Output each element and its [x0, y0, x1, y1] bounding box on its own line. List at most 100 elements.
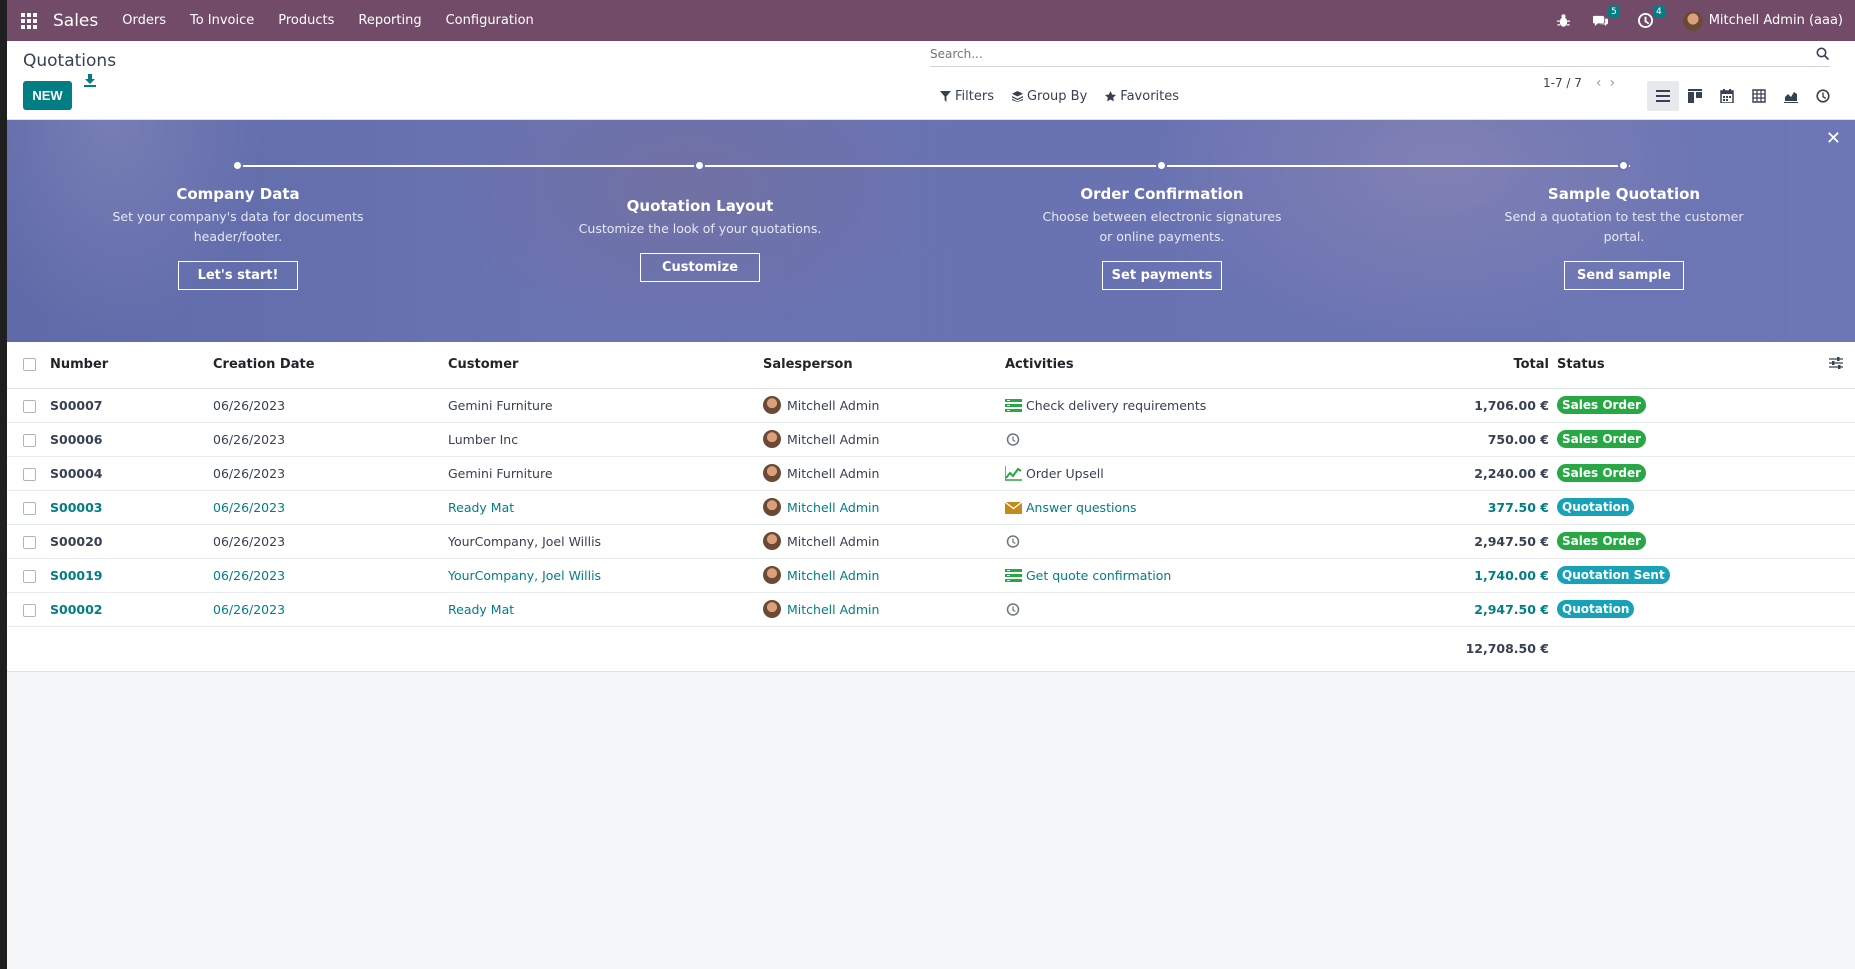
- table-row[interactable]: S00007 06/26/2023 Gemini Furniture Mitch…: [7, 388, 1855, 423]
- layers-icon: [1011, 91, 1023, 102]
- activity-widget[interactable]: [1005, 432, 1375, 447]
- search-icon[interactable]: [1816, 47, 1830, 61]
- table-row[interactable]: S00002 06/26/2023 Ready Mat Mitchell Adm…: [7, 592, 1855, 627]
- filters-toggle[interactable]: Filters: [940, 89, 994, 104]
- cell-salesperson: Mitchell Admin: [787, 601, 880, 617]
- salesperson-avatar: [763, 566, 781, 584]
- cell-salesperson: Mitchell Admin: [787, 397, 880, 413]
- menu-orders[interactable]: Orders: [122, 13, 166, 28]
- table-row[interactable]: S00020 06/26/2023 YourCompany, Joel Will…: [7, 524, 1855, 559]
- status-badge: Sales Order: [1557, 532, 1647, 550]
- cell-number: S00004: [50, 456, 213, 491]
- row-checkbox[interactable]: [23, 501, 36, 515]
- cell-customer: Gemini Furniture: [448, 456, 763, 491]
- pivot-view-icon[interactable]: [1743, 81, 1775, 111]
- control-panel: Quotations NEW Filters Group By Favorite…: [7, 41, 1855, 120]
- close-banner-icon[interactable]: ✕: [1826, 128, 1841, 149]
- col-salesperson[interactable]: Salesperson: [763, 342, 1005, 389]
- send-sample-button[interactable]: Send sample: [1564, 261, 1684, 290]
- app-name[interactable]: Sales: [53, 11, 98, 31]
- star-icon: [1105, 91, 1117, 102]
- col-customer[interactable]: Customer: [448, 342, 763, 389]
- activity-widget[interactable]: Get quote confirmation: [1005, 568, 1375, 583]
- clock-icon: [1006, 602, 1020, 616]
- cell-customer: Ready Mat: [448, 490, 763, 525]
- user-menu[interactable]: Mitchell Admin (aaa): [1682, 10, 1843, 31]
- activity-widget[interactable]: [1005, 602, 1375, 617]
- table-row[interactable]: S00006 06/26/2023 Lumber Inc Mitchell Ad…: [7, 422, 1855, 457]
- download-icon[interactable]: [83, 73, 97, 87]
- calendar-view-icon[interactable]: [1711, 81, 1743, 111]
- onboarding-timeline: [237, 165, 1630, 167]
- lets-start-button[interactable]: Let's start!: [178, 261, 298, 290]
- cell-total: 1,706.00 €: [1375, 388, 1557, 423]
- step-desc: portal.: [1603, 229, 1645, 244]
- cell-number: S00020: [50, 524, 213, 559]
- optional-columns-icon[interactable]: [1829, 356, 1843, 369]
- favorites-toggle[interactable]: Favorites: [1105, 89, 1179, 104]
- menu-reporting[interactable]: Reporting: [358, 13, 421, 28]
- quotations-table: Number Creation Date Customer Salesperso…: [7, 342, 1855, 672]
- step-title: Quotation Layout: [626, 197, 774, 215]
- search-input[interactable]: [930, 46, 1816, 61]
- col-status[interactable]: Status: [1557, 342, 1767, 389]
- groupby-label: Group By: [1026, 89, 1088, 104]
- cell-salesperson: Mitchell Admin: [787, 533, 880, 549]
- apps-menu-icon[interactable]: [19, 11, 39, 31]
- set-payments-button[interactable]: Set payments: [1102, 261, 1222, 290]
- menu-products[interactable]: Products: [278, 13, 334, 28]
- activity-widget[interactable]: Order Upsell: [1005, 465, 1375, 481]
- row-checkbox[interactable]: [23, 535, 36, 549]
- status-badge: Sales Order: [1557, 464, 1647, 482]
- activities-clock-icon[interactable]: 4: [1637, 6, 1665, 28]
- pager-previous-icon[interactable]: ‹: [1596, 75, 1602, 91]
- step-company-data: Company Data Set your company's data for…: [88, 185, 388, 290]
- cell-customer: Ready Mat: [448, 592, 763, 627]
- cell-activity: Order Upsell: [1026, 465, 1104, 481]
- cell-activity: Check delivery requirements: [1026, 397, 1207, 413]
- table-row[interactable]: S00003 06/26/2023 Ready Mat Mitchell Adm…: [7, 490, 1855, 525]
- cell-date: 06/26/2023: [213, 490, 448, 525]
- table-row[interactable]: S00004 06/26/2023 Gemini Furniture Mitch…: [7, 456, 1855, 491]
- search-bar: [930, 41, 1830, 67]
- kanban-view-icon[interactable]: [1679, 81, 1711, 111]
- row-checkbox[interactable]: [23, 569, 36, 583]
- step-dot: [1156, 160, 1167, 171]
- col-number[interactable]: Number: [50, 342, 213, 389]
- col-total[interactable]: Total: [1375, 342, 1557, 389]
- groupby-toggle[interactable]: Group By: [1011, 89, 1088, 104]
- col-activities[interactable]: Activities: [1005, 342, 1375, 389]
- col-creation-date[interactable]: Creation Date: [213, 342, 448, 389]
- activities-count-badge: 4: [1652, 6, 1665, 18]
- table-row[interactable]: S00019 06/26/2023 YourCompany, Joel Will…: [7, 558, 1855, 593]
- row-checkbox[interactable]: [23, 433, 36, 447]
- status-badge: Quotation: [1557, 600, 1635, 618]
- list-icon: [1005, 568, 1022, 582]
- pager-next-icon[interactable]: ›: [1610, 75, 1616, 91]
- quotations-list: Number Creation Date Customer Salesperso…: [7, 342, 1855, 672]
- list-view-icon[interactable]: [1647, 81, 1679, 111]
- menu-to-invoice[interactable]: To Invoice: [190, 13, 254, 28]
- table-header-row: Number Creation Date Customer Salesperso…: [7, 342, 1855, 389]
- select-all-checkbox[interactable]: [23, 358, 36, 372]
- activity-widget[interactable]: Answer questions: [1005, 500, 1375, 515]
- clock-icon: [1006, 432, 1020, 446]
- row-checkbox[interactable]: [23, 603, 36, 617]
- activity-view-icon[interactable]: [1807, 81, 1839, 111]
- activity-widget[interactable]: Check delivery requirements: [1005, 398, 1375, 413]
- new-button[interactable]: NEW: [23, 81, 72, 110]
- pager-value[interactable]: 1-7 / 7: [1543, 76, 1582, 90]
- graph-view-icon[interactable]: [1775, 81, 1807, 111]
- step-sample-quotation: Sample Quotation Send a quotation to tes…: [1474, 185, 1774, 290]
- activity-widget[interactable]: [1005, 534, 1375, 549]
- row-checkbox[interactable]: [23, 467, 36, 481]
- row-checkbox[interactable]: [23, 399, 36, 413]
- messages-icon[interactable]: 5: [1592, 6, 1620, 28]
- grand-total: 12,708.50 €: [1375, 626, 1557, 672]
- cell-total: 2,947.50 €: [1375, 592, 1557, 627]
- debug-bug-icon[interactable]: [1556, 13, 1571, 28]
- menu-configuration[interactable]: Configuration: [446, 13, 534, 28]
- customize-button[interactable]: Customize: [640, 253, 760, 282]
- cell-number: S00019: [50, 558, 213, 593]
- cell-number: S00003: [50, 490, 213, 525]
